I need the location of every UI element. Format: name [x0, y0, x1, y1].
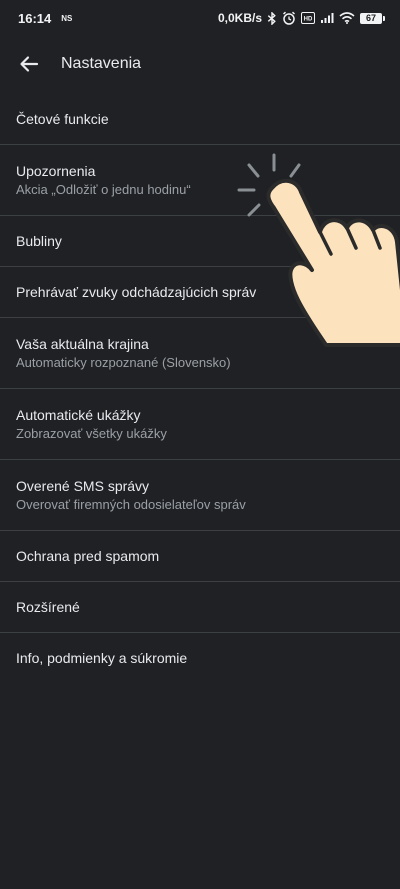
setting-verified-sms[interactable]: Overené SMS správy Overovať firemných od… [0, 460, 400, 531]
page-title: Nastavenia [61, 55, 142, 72]
setting-label: Rozšírené [16, 598, 80, 615]
back-button[interactable] [17, 52, 41, 76]
svg-text:HD: HD [304, 17, 313, 23]
setting-current-country[interactable]: Vaša aktuálna krajina Automaticky rozpoz… [0, 318, 400, 389]
setting-spam-protection[interactable]: Ochrana pred spamom [0, 531, 400, 582]
setting-chat-features[interactable]: Četové funkcie [0, 94, 400, 145]
alarm-icon [282, 11, 296, 25]
setting-label: Upozornenia [16, 162, 96, 179]
setting-label: Prehrávať zvuky odchádzajúcich správ [16, 283, 257, 300]
setting-advanced[interactable]: Rozšírené [0, 582, 400, 633]
wifi-icon [339, 12, 355, 24]
setting-sublabel: Overovať firemných odosielateľov správ [16, 496, 246, 512]
setting-label: Četové funkcie [16, 110, 109, 127]
status-bar: 16:14 NS 0,0KB/s HD 67 [0, 0, 400, 36]
setting-sublabel: Zobrazovať všetky ukážky [16, 425, 167, 441]
setting-label: Info, podmienky a súkromie [16, 650, 188, 666]
arrow-back-icon [20, 56, 39, 72]
app-bar: Nastavenia [0, 44, 400, 84]
setting-sublabel: Akcia „Odložiť o jednu hodinu“ [16, 181, 191, 197]
setting-bubbles[interactable]: Bubliny [0, 216, 400, 267]
status-ns-indicator: NS [61, 13, 73, 23]
network-speed: 0,0KB/s [217, 11, 262, 25]
setting-automatic-previews[interactable]: Automatické ukážky Zobrazovať všetky uká… [0, 389, 400, 460]
setting-label: Bubliny [16, 232, 62, 249]
setting-label: Automatické ukážky [16, 406, 141, 423]
volte-icon: HD [301, 12, 315, 24]
setting-label: Vaša aktuálna krajina [16, 335, 149, 352]
setting-notifications[interactable]: Upozornenia Akcia „Odložiť o jednu hodin… [0, 145, 400, 216]
setting-label: Overené SMS správy [16, 477, 150, 494]
battery-icon: 67 [360, 12, 385, 24]
signal-icon [320, 12, 334, 24]
setting-label: Ochrana pred spamom [16, 547, 160, 564]
bluetooth-icon [267, 11, 277, 25]
setting-outgoing-sounds[interactable]: Prehrávať zvuky odchádzajúcich správ [0, 267, 400, 318]
status-time: 16:14 [18, 10, 52, 26]
settings-list: Četové funkcie Upozornenia Akcia „Odloži… [0, 94, 400, 684]
setting-sublabel: Automaticky rozpoznané (Slovensko) [16, 354, 231, 370]
setting-about-terms-privacy[interactable]: Info, podmienky a súkromie [0, 633, 400, 684]
